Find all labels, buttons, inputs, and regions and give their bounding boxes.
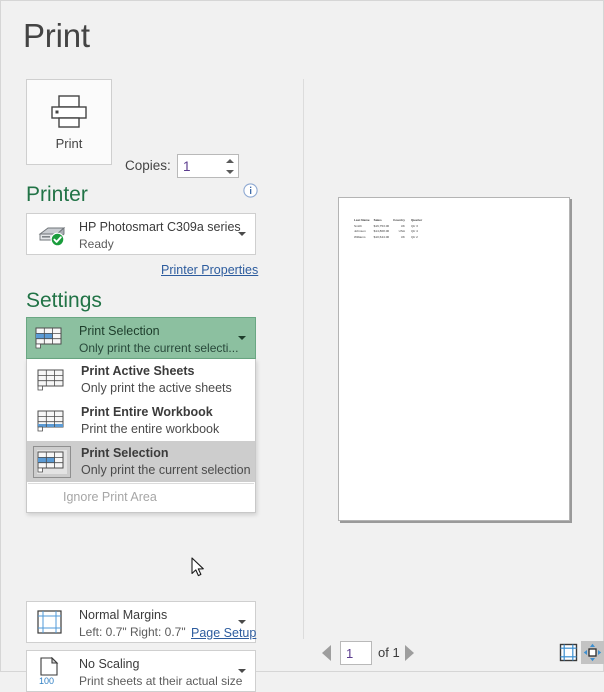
chevron-down-icon bbox=[238, 336, 246, 340]
scaling-subtitle: Print sheets at their actual size bbox=[79, 674, 242, 688]
print-button-label: Print bbox=[56, 136, 83, 151]
dropdown-item-subtitle: Only print the active sheets bbox=[81, 381, 232, 395]
settings-section-heading: Settings bbox=[26, 289, 102, 313]
dropdown-item-subtitle: Only print the current selection bbox=[81, 463, 251, 477]
copies-stepper[interactable] bbox=[177, 154, 239, 178]
printer-icon bbox=[48, 94, 90, 130]
dropdown-item-print-active-sheets[interactable]: Print Active Sheets Only print the activ… bbox=[27, 359, 255, 400]
dropdown-item-print-entire-workbook[interactable]: Print Entire Workbook Print the entire w… bbox=[27, 400, 255, 441]
next-page-icon[interactable] bbox=[405, 645, 414, 661]
copies-input[interactable] bbox=[178, 155, 222, 177]
dropdown-item-print-selection[interactable]: Print Selection Only print the current s… bbox=[27, 441, 255, 482]
dropdown-item-title: Print Selection bbox=[81, 446, 169, 460]
page-count-label: of 1 bbox=[378, 645, 400, 660]
copies-label: Copies: bbox=[125, 158, 171, 173]
scaling-icon: 100 bbox=[35, 657, 65, 685]
dropdown-item-title: Print Entire Workbook bbox=[81, 405, 213, 419]
zoom-to-page-icon bbox=[583, 643, 602, 662]
print-entire-workbook-icon bbox=[37, 409, 67, 433]
previous-page-icon[interactable] bbox=[322, 645, 331, 661]
print-what-subtitle: Only print the current selecti... bbox=[79, 341, 238, 355]
spinner-down-icon bbox=[226, 170, 234, 174]
cell-quarter: Qtr 2 bbox=[411, 235, 426, 241]
printer-status-icon bbox=[35, 221, 69, 247]
printer-select[interactable]: HP Photosmart C309a series Ready bbox=[26, 213, 256, 255]
show-margins-icon bbox=[559, 643, 578, 662]
preview-sheet[interactable]: Last Name Sales Country Quarter Smith $1… bbox=[338, 197, 570, 521]
dropdown-item-title: Print Active Sheets bbox=[81, 364, 194, 378]
printer-status: Ready bbox=[79, 237, 114, 251]
print-selection-icon bbox=[37, 450, 67, 474]
cell-sales: $10,644.00 bbox=[374, 235, 393, 241]
print-active-sheets-icon bbox=[37, 368, 67, 392]
page-number-field[interactable] bbox=[340, 641, 372, 665]
scaling-title: No Scaling bbox=[79, 657, 139, 671]
chevron-down-icon bbox=[238, 232, 246, 236]
printer-properties-link[interactable]: Printer Properties bbox=[161, 263, 258, 277]
spinner-up-icon bbox=[226, 159, 234, 163]
chevron-down-icon bbox=[238, 620, 246, 624]
scaling-select[interactable]: 100 No Scaling Print sheets at their act… bbox=[26, 650, 256, 692]
print-what-select[interactable]: Print Selection Only print the current s… bbox=[26, 317, 256, 359]
info-icon[interactable] bbox=[243, 183, 258, 198]
scaling-icon-value: 100 bbox=[39, 676, 54, 685]
print-what-dropdown: Print Active Sheets Only print the activ… bbox=[26, 359, 256, 513]
chevron-down-icon bbox=[238, 669, 246, 673]
print-preview-pane: Last Name Sales Country Quarter Smith $1… bbox=[304, 1, 604, 673]
dropdown-item-subtitle: Print the entire workbook bbox=[81, 422, 219, 436]
page-setup-link[interactable]: Page Setup bbox=[191, 626, 256, 640]
table-row: Williams $10,644.00 UK Qtr 2 bbox=[354, 235, 426, 241]
page-title: Print bbox=[23, 17, 90, 55]
page-number-input[interactable] bbox=[341, 642, 371, 664]
mouse-cursor-icon bbox=[191, 557, 207, 579]
cell-country: UK bbox=[393, 235, 411, 241]
margins-title: Normal Margins bbox=[79, 608, 167, 622]
copies-increment-button[interactable] bbox=[223, 155, 236, 166]
dropdown-item-ignore-print-area: Ignore Print Area bbox=[27, 484, 255, 510]
printer-section-heading: Printer bbox=[26, 183, 88, 207]
print-selection-icon bbox=[35, 326, 65, 350]
show-margins-button[interactable] bbox=[557, 641, 580, 664]
print-what-title: Print Selection bbox=[79, 324, 160, 338]
copies-decrement-button[interactable] bbox=[223, 166, 236, 177]
print-button[interactable]: Print bbox=[26, 79, 112, 165]
margins-icon bbox=[35, 609, 65, 635]
cell-last-name: Williams bbox=[354, 235, 374, 241]
zoom-to-page-button[interactable] bbox=[581, 641, 604, 664]
margins-subtitle: Left: 0.7" Right: 0.7" bbox=[79, 625, 186, 639]
printer-name: HP Photosmart C309a series bbox=[79, 220, 241, 234]
preview-status-bar: of 1 bbox=[304, 637, 604, 673]
print-settings-pane: Print Copies: Printer bbox=[1, 73, 303, 673]
preview-table: Last Name Sales Country Quarter Smith $1… bbox=[354, 218, 426, 241]
